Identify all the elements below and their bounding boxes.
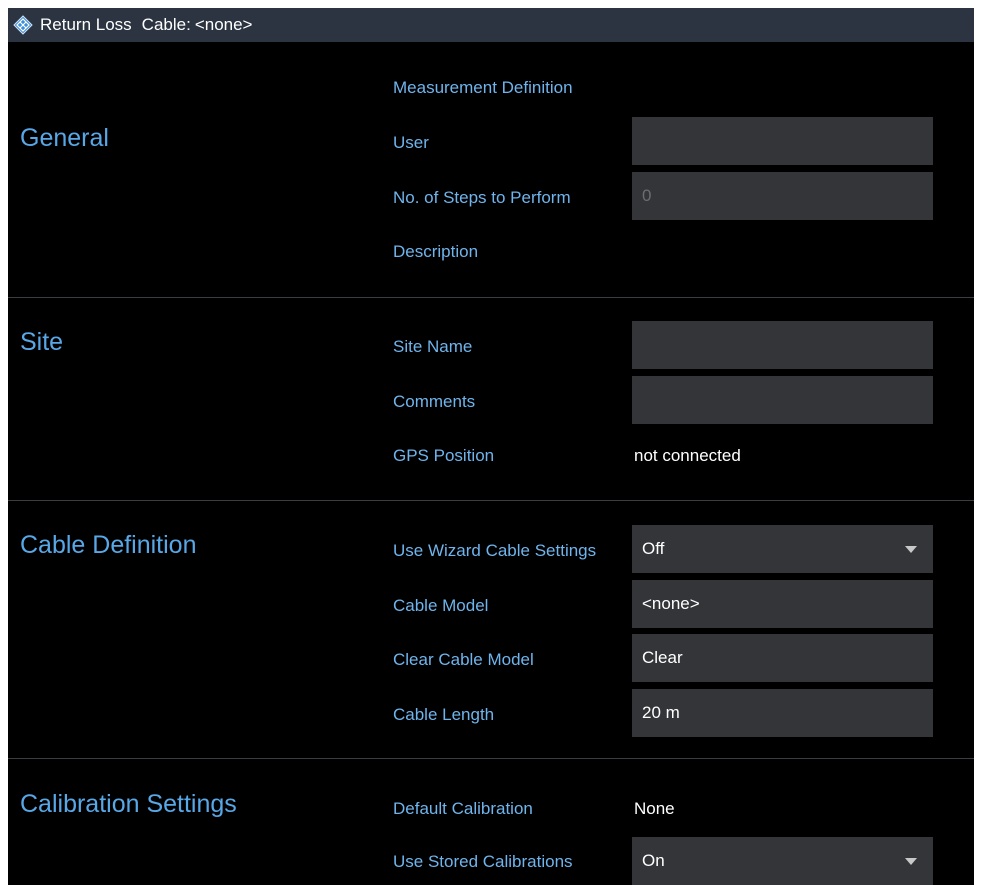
cable-model-value: <none> (642, 594, 700, 613)
title-text: Return Loss (40, 15, 132, 34)
user-field[interactable] (632, 117, 933, 165)
settings-panel: General Measurement Definition User No. … (8, 42, 974, 885)
gps-position-value: not connected (634, 446, 741, 465)
triangle-down-icon (905, 546, 917, 553)
cable-length-value: 20 m (642, 703, 680, 722)
site-name-label: Site Name (393, 337, 473, 356)
wizard-cable-settings-dropdown[interactable]: Off (632, 525, 933, 573)
clear-cable-model-value: Clear (642, 648, 683, 667)
section-divider (8, 500, 974, 501)
return-loss-settings-window: Return Loss Cable: <none> General Measur… (0, 0, 982, 885)
wizard-cable-settings-value: Off (642, 539, 665, 558)
section-title-cable-definition: Cable Definition (20, 531, 197, 559)
default-calibration-label: Default Calibration (393, 799, 533, 818)
titlebar: Return Loss Cable: <none> (8, 8, 974, 42)
steps-label: No. of Steps to Perform (393, 188, 571, 207)
cable-label: Cable: (141, 15, 191, 34)
comments-field[interactable] (632, 376, 933, 424)
triangle-down-icon (905, 858, 917, 865)
section-divider (8, 297, 974, 298)
user-label: User (393, 133, 429, 152)
use-stored-calibrations-label: Use Stored Calibrations (393, 852, 573, 871)
default-calibration-value: None (634, 799, 675, 818)
section-title-calibration-settings: Calibration Settings (20, 790, 237, 818)
description-label[interactable]: Description (393, 242, 478, 262)
section-title-general: General (20, 124, 109, 152)
comments-label: Comments (393, 392, 476, 411)
cable-value: <none> (194, 15, 253, 34)
clear-cable-model-label: Clear Cable Model (393, 650, 534, 669)
clear-cable-model-button[interactable]: Clear (632, 634, 933, 682)
rohde-schwarz-diamond-icon (12, 14, 34, 36)
cable-length-label: Cable Length (393, 705, 495, 724)
steps-value: 0 (642, 186, 652, 205)
cable-model-label: Cable Model (393, 596, 489, 615)
measurement-definition-label: Measurement Definition (393, 78, 573, 97)
wizard-cable-settings-label: Use Wizard Cable Settings (393, 541, 597, 560)
section-divider (8, 758, 974, 759)
gps-position-label: GPS Position (393, 446, 495, 465)
use-stored-calibrations-value: On (642, 851, 665, 870)
steps-field: 0 (632, 172, 933, 220)
site-name-field[interactable] (632, 321, 933, 369)
use-stored-calibrations-dropdown[interactable]: On (632, 837, 933, 885)
section-title-site: Site (20, 328, 64, 356)
cable-length-field[interactable]: 20 m (632, 689, 933, 737)
cable-model-field[interactable]: <none> (632, 580, 933, 628)
